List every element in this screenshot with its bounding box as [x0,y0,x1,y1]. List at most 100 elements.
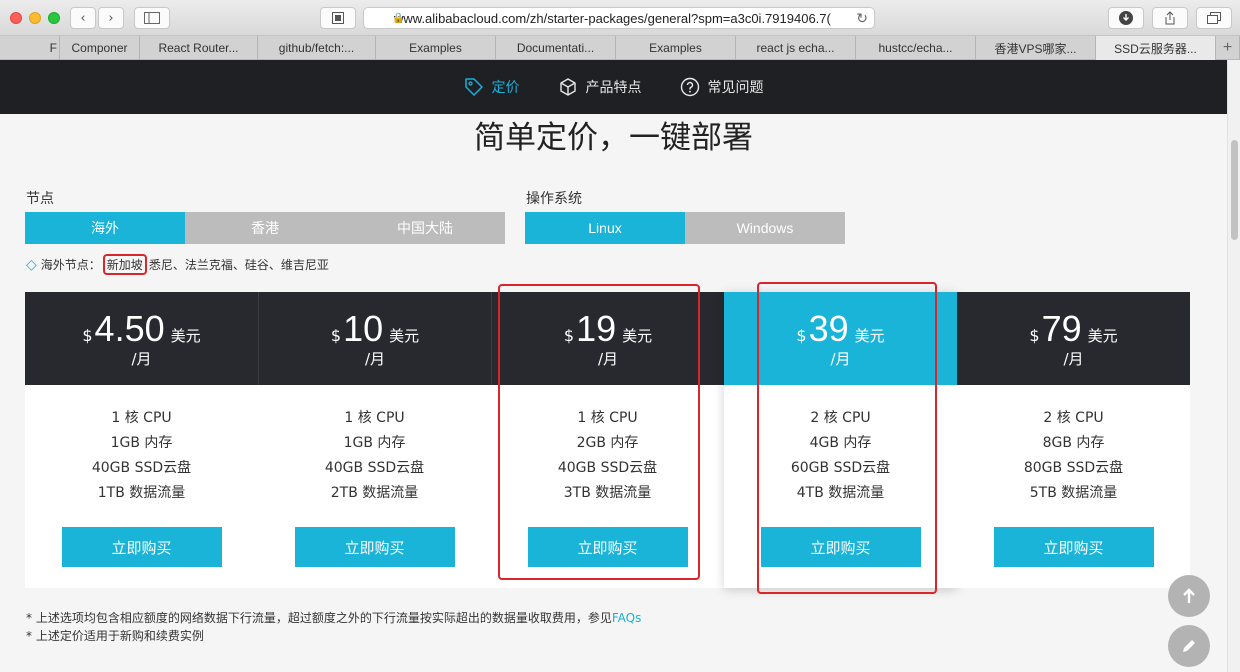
plan-period: /月 [131,350,152,368]
annotation-box-39 [757,282,937,594]
footnote-traffic: * 上述选项均包含相应额度的网络数据下行流量，超过额度之外的下行流量按实际超出的… [26,609,641,626]
buy-now-button[interactable]: 立即购买 [294,527,455,567]
plan-card: $10 美元 /月 1 核 CPU 1GB 内存 40GB SSD云盘 2TB 数… [258,292,491,588]
nav-faq[interactable]: 常见问题 [680,77,764,97]
plan-header: $4.50 美元 /月 [25,292,258,385]
share-icon [1165,11,1175,25]
tab-bar: F Componer React Router... github/fetch:… [0,36,1240,60]
spec-memory: 1GB 内存 [343,435,406,451]
plan-currency: $ [330,326,342,345]
share-button[interactable] [1152,7,1188,29]
page-scrollbar[interactable] [1227,60,1240,672]
spec-disk: 40GB SSD云盘 [91,460,192,476]
node-highlight-singapore: 新加坡 [102,254,147,275]
sidebar-icon [144,12,160,24]
reader-button[interactable] [320,7,356,29]
plan-card: $4.50 美元 /月 1 核 CPU 1GB 内存 40GB SSD云盘 1TB… [25,292,258,588]
price-tag-icon [464,78,483,96]
nav-features[interactable]: 产品特点 [558,77,642,97]
plan-specs: 1 核 CPU 1GB 内存 40GB SSD云盘 1TB 数据流量 [25,406,258,506]
browser-tab[interactable]: Componer [60,36,140,60]
downloads-button[interactable] [1108,7,1144,29]
url-text: www.alibabacloud.com/zh/starter-packages… [394,10,831,26]
spec-disk: 40GB SSD云盘 [324,460,425,476]
address-bar[interactable]: 🔒 www.alibabacloud.com/zh/starter-packag… [363,7,875,29]
question-circle-icon [680,77,699,97]
nav-pricing[interactable]: 定价 [464,77,520,97]
close-window-button[interactable] [10,12,22,24]
node-note: ◇ 海外节点： 新加坡 悉尼、法兰克福、硅谷、维吉尼亚 [26,254,329,275]
spec-disk: 80GB SSD云盘 [1023,460,1124,476]
spec-cpu: 1 核 CPU [344,410,405,426]
node-option-mainland[interactable]: 中国大陆 [345,212,505,244]
plan-period: /月 [364,350,386,368]
browser-tab[interactable]: React Router... [140,36,258,60]
buy-now-button[interactable]: 立即购买 [993,527,1154,567]
os-option-linux[interactable]: Linux [525,212,685,244]
os-option-windows[interactable]: Windows [685,212,845,244]
plan-header: $10 美元 /月 [258,292,491,385]
faq-link[interactable]: FAQs [612,611,642,625]
plan-specs: 1 核 CPU 1GB 内存 40GB SSD云盘 2TB 数据流量 [258,406,491,506]
buy-now-button[interactable]: 立即购买 [61,527,222,567]
plan-specs: 2 核 CPU 8GB 内存 80GB SSD云盘 5TB 数据流量 [957,406,1190,506]
plan-card: $79 美元 /月 2 核 CPU 8GB 内存 80GB SSD云盘 5TB 数… [957,292,1190,588]
node-option-hongkong[interactable]: 香港 [185,212,345,244]
footnote-traffic-text: * 上述选项均包含相应额度的网络数据下行流量，超过额度之外的下行流量按实际超出的… [26,611,612,625]
browser-tab[interactable]: F [0,36,60,60]
plan-currency: $ [82,326,93,345]
forward-button[interactable]: › [98,7,124,29]
back-to-top-button[interactable] [1168,575,1210,617]
plan-unit: 美元 [170,327,201,345]
spec-traffic: 1TB 数据流量 [97,485,186,501]
node-selector: 海外 香港 中国大陆 [25,212,505,244]
browser-tab[interactable]: Examples [376,36,496,60]
browser-tab[interactable]: Documentati... [496,36,616,60]
node-note-prefix: 海外节点： [40,258,101,272]
os-selector: Linux Windows [525,212,845,244]
browser-tab-active[interactable]: SSD云服务器... [1096,36,1216,60]
browser-toolbar: ‹ › 🔒 www.alibabacloud.com/zh/starter-pa… [0,0,1240,36]
spec-memory: 8GB 内存 [1042,435,1105,451]
browser-tab[interactable]: react js echa... [736,36,856,60]
node-label: 节点 [26,191,54,207]
plan-period: /月 [1063,350,1084,368]
plan-price: 4.50 [94,308,165,349]
nav-faq-label: 常见问题 [707,80,764,96]
spec-memory: 1GB 内存 [110,435,173,451]
cube-icon [559,78,576,96]
browser-tab[interactable]: Examples [616,36,736,60]
nav-features-label: 产品特点 [585,80,642,96]
nav-pricing-label: 定价 [491,80,520,96]
zoom-window-button[interactable] [48,12,60,24]
reader-icon [332,12,344,24]
tag-icon: ◇ [26,256,37,273]
chevron-left-icon: ‹ [80,10,86,26]
download-icon [1119,11,1133,25]
sidebar-button[interactable] [134,7,170,29]
spec-traffic: 5TB 数据流量 [1029,485,1118,501]
spec-cpu: 2 核 CPU [1043,410,1104,426]
back-button[interactable]: ‹ [70,7,96,29]
minimize-window-button[interactable] [29,12,41,24]
chevron-right-icon: › [108,10,114,26]
reload-icon[interactable]: ↻ [856,10,868,27]
plan-header: $79 美元 /月 [957,292,1190,385]
spec-traffic: 2TB 数据流量 [330,485,419,501]
new-tab-button[interactable]: + [1216,36,1240,60]
browser-tab[interactable]: 香港VPS哪家... [976,36,1096,60]
browser-tab[interactable]: hustcc/echa... [856,36,976,60]
plan-unit: 美元 [389,327,420,345]
tab-overview-button[interactable] [1196,7,1232,29]
scrollbar-thumb[interactable] [1231,140,1238,240]
node-option-overseas[interactable]: 海外 [25,212,185,244]
plan-price: 10 [343,308,384,349]
feedback-button[interactable] [1168,625,1210,667]
plan-unit: 美元 [1087,327,1118,345]
tab-overview-icon [1207,12,1221,24]
node-note-rest: 悉尼、法兰克福、硅谷、维吉尼亚 [148,258,329,272]
lock-icon: 🔒 [392,12,405,24]
pencil-icon [1183,640,1195,652]
annotation-box-19 [498,284,700,580]
browser-tab[interactable]: github/fetch:... [258,36,376,60]
